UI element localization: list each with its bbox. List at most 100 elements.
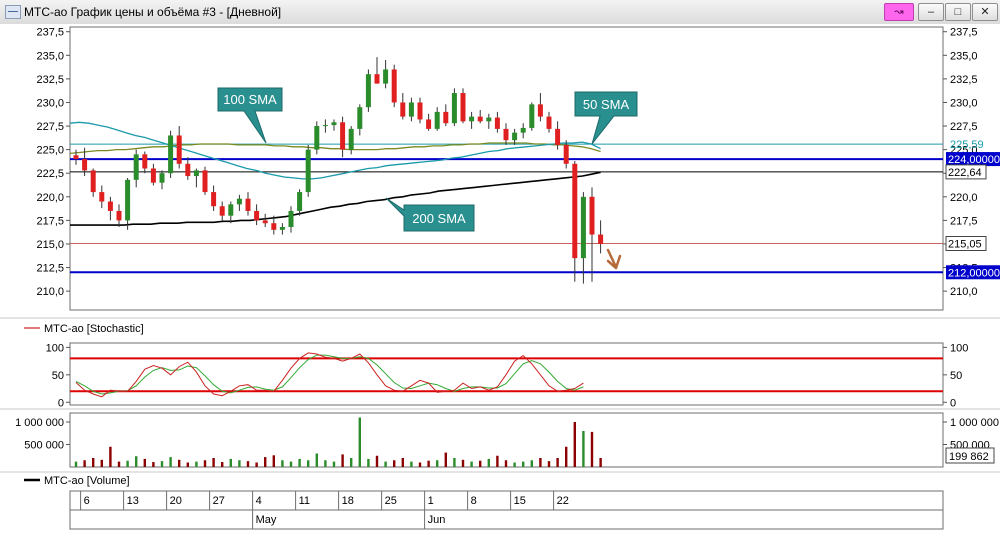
candle-down <box>150 168 156 183</box>
candle-up <box>322 125 328 127</box>
volume-bar <box>152 462 155 467</box>
price-tick-label-right: 227,5 <box>950 121 978 133</box>
candle-down <box>391 69 397 103</box>
candle-up <box>408 102 414 117</box>
volume-bar <box>427 460 430 467</box>
candle-down <box>460 93 466 122</box>
candle-down <box>142 154 148 169</box>
candle-down <box>589 196 595 235</box>
volume-bar <box>324 460 327 467</box>
volume-bar <box>384 461 387 467</box>
candle-down <box>245 198 251 211</box>
stochastic-legend: МТС-ао [Stochastic] <box>44 323 144 335</box>
volume-bar <box>375 455 379 467</box>
candle-down <box>176 135 182 164</box>
volume-bar <box>350 458 353 467</box>
price-tick-label-left: 232,5 <box>36 74 64 86</box>
volume-bar <box>272 455 275 467</box>
volume-bar <box>169 457 172 467</box>
volume-bar <box>246 461 250 467</box>
candle-up <box>486 117 492 122</box>
price-tick-label-right: 217,5 <box>950 215 978 227</box>
volume-bar <box>315 453 318 467</box>
volume-bar <box>539 458 542 467</box>
candle-down <box>262 220 268 224</box>
candle-up <box>168 135 174 174</box>
price-tick-label-left: 237,5 <box>36 27 64 39</box>
volume-bar <box>126 460 129 467</box>
candle-down <box>400 102 406 117</box>
level-label: 222,64 <box>948 167 982 179</box>
candle-up <box>236 198 242 205</box>
candle-down <box>116 210 122 221</box>
volume-bar <box>470 461 473 467</box>
candle-up <box>357 107 363 129</box>
price-tick-label-left: 220,0 <box>36 192 64 204</box>
candle-down <box>99 192 105 202</box>
volume-bar <box>599 458 602 467</box>
date-label: 27 <box>213 495 225 507</box>
price-tick-label-left: 227,5 <box>36 121 64 133</box>
volume-bar <box>109 446 112 467</box>
volume-bar <box>178 459 181 467</box>
price-tick-label-left: 212,5 <box>36 263 64 275</box>
date-label: 11 <box>299 495 310 507</box>
candle-up <box>451 93 457 124</box>
candle-down <box>254 210 260 221</box>
volume-bar <box>83 460 86 467</box>
price-tick-label-left: 217,5 <box>36 215 64 227</box>
candle-down <box>211 192 217 207</box>
window-title: МТС-ао График цены и объёма #3 - [Дневно… <box>24 5 282 19</box>
volume-bar <box>436 460 439 467</box>
price-tick-label-left: 215,0 <box>36 239 64 251</box>
volume-bar <box>530 460 533 467</box>
volume-bar <box>453 458 456 467</box>
candle-up <box>365 74 371 108</box>
volume-bar <box>367 458 370 467</box>
volume-bar <box>307 460 310 467</box>
candle-up <box>580 196 586 259</box>
date-label: 15 <box>514 495 526 507</box>
minimize-button[interactable]: – <box>918 3 944 21</box>
volume-bar <box>410 461 413 467</box>
volume-bar <box>358 417 361 467</box>
volume-bar <box>573 422 576 467</box>
volume-legend: МТС-ао [Volume] <box>44 475 130 487</box>
candle-up <box>348 128 354 150</box>
candle-down <box>537 104 543 117</box>
level-label: 224,00000 <box>948 154 1000 166</box>
price-tick-label-right: 235,0 <box>950 50 978 62</box>
candle-down <box>107 201 113 211</box>
volume-bar <box>556 458 559 467</box>
date-label: 6 <box>84 495 90 507</box>
maximize-button[interactable]: □ <box>945 3 971 21</box>
link-button[interactable]: ↝ <box>884 3 914 21</box>
candle-down <box>598 234 604 244</box>
price-tick-label-left: 235,0 <box>36 50 64 62</box>
volume-bar <box>565 446 568 467</box>
volume-bar <box>160 461 164 467</box>
candle-up <box>297 192 303 211</box>
volume-bar <box>487 458 490 467</box>
volume-bar <box>547 461 551 467</box>
callout-200-sma-label: 200 SMA <box>412 211 466 226</box>
candle-up <box>520 127 526 133</box>
candle-down <box>477 116 483 122</box>
date-label: 1 <box>428 495 434 507</box>
volume-bar <box>92 458 95 467</box>
candle-down <box>417 102 423 120</box>
volume-bar <box>74 461 78 467</box>
callout-100-sma-label: 100 SMA <box>223 92 277 107</box>
chart-window-icon <box>5 5 21 19</box>
close-button[interactable]: ✕ <box>972 3 998 21</box>
candle-up <box>314 126 320 150</box>
volume-bar <box>418 462 422 467</box>
candle-down <box>90 170 96 193</box>
candle-up <box>434 111 440 129</box>
level-label: 215,05 <box>948 238 982 250</box>
stoch-tick-label-left: 50 <box>52 370 64 382</box>
volume-bar <box>143 458 146 467</box>
price-volume-chart[interactable]: МТС-ао [Stochastic] МТС-ао [Volume] 237,… <box>0 24 1000 538</box>
volume-bar <box>281 460 284 467</box>
volume-bar <box>504 460 508 467</box>
